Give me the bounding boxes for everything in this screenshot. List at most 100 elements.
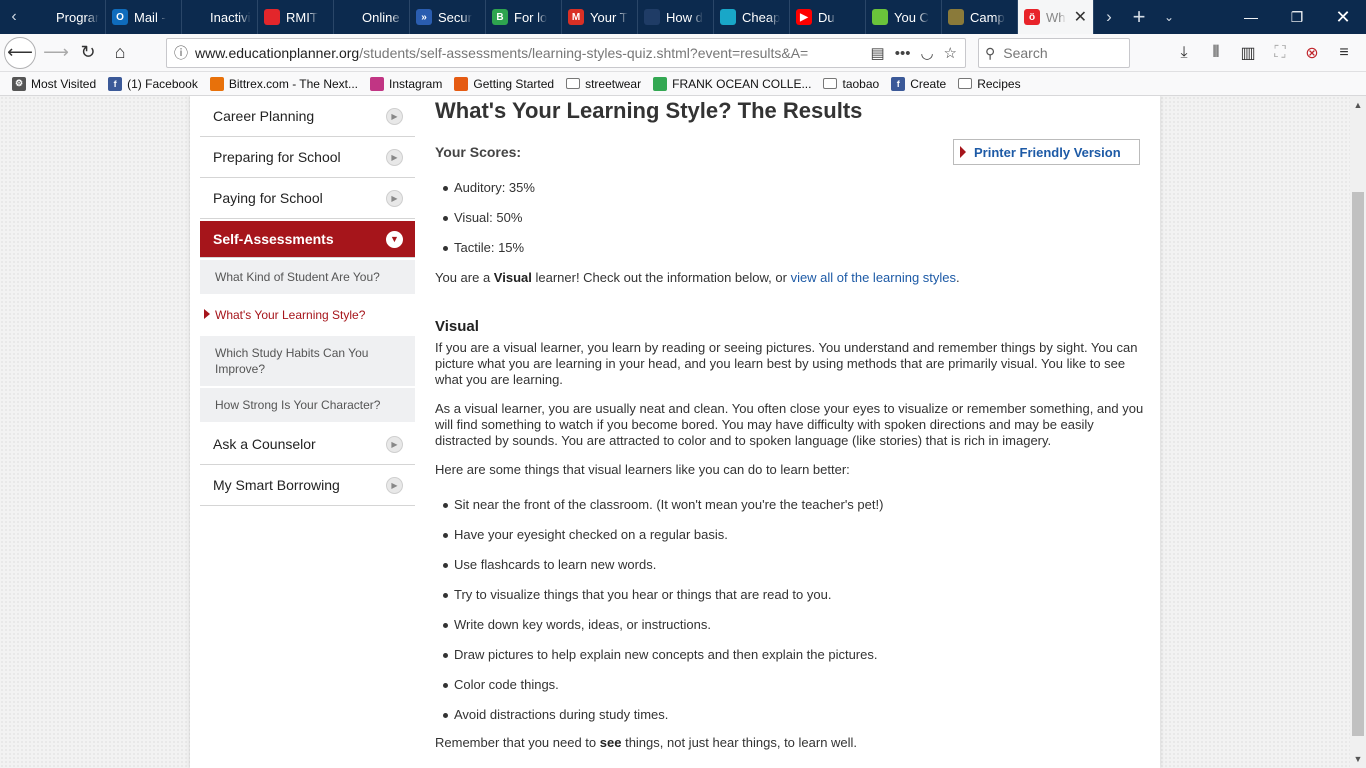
bookmark-favicon-icon <box>209 76 224 91</box>
downloads-icon[interactable]: ⤓ <box>1168 44 1200 62</box>
bookmark-label: Instagram <box>389 76 443 91</box>
tab[interactable]: RMIT <box>258 0 334 34</box>
url-bar[interactable]: ⓘ www.educationplanner.org /students/sel… <box>166 38 966 68</box>
tab-label: For lo <box>514 9 548 25</box>
menu-icon[interactable]: ≡ <box>1328 44 1360 62</box>
reader-view-icon[interactable]: ▤ <box>871 44 885 62</box>
tab[interactable]: Inactivity T <box>182 0 258 34</box>
bookmark-item[interactable]: streetwear <box>566 77 641 91</box>
tab-label: RMIT <box>286 9 318 25</box>
bookmark-label: Most Visited <box>31 76 97 91</box>
sidebar-subitem-what-kind-of-student[interactable]: What Kind of Student Are You? <box>200 260 415 296</box>
library-icon[interactable]: ⫴ <box>1200 44 1232 62</box>
search-input[interactable]: ⚲ Search <box>978 38 1130 68</box>
extension-icon[interactable]: ⛶ <box>1264 44 1296 62</box>
blocker-icon[interactable]: ⊗ <box>1296 43 1328 63</box>
score-item: Auditory: 35% <box>435 180 1145 210</box>
result-text: You are a <box>435 270 494 285</box>
tab[interactable]: ö Wh ✕ <box>1018 0 1094 34</box>
folder-icon <box>823 78 838 89</box>
sidebar-subitem-study-habits[interactable]: Which Study Habits Can You Improve? <box>200 336 415 388</box>
tab-scroll-right-icon[interactable]: › <box>1094 0 1124 34</box>
tab[interactable]: Online Ap <box>334 0 410 34</box>
page-actions-icon[interactable]: ••• <box>895 45 911 62</box>
close-window-icon[interactable]: ✕ <box>1320 0 1366 34</box>
chevron-right-icon: ▶ <box>386 107 403 125</box>
result-text: . <box>956 270 960 285</box>
chevron-right-icon: ▶ <box>386 148 403 166</box>
bookmark-item[interactable]: Bittrex.com - The Next... <box>209 76 358 91</box>
printer-friendly-button[interactable]: Printer Friendly Version <box>953 139 1140 165</box>
bookmark-label: Bittrex.com - The Next... <box>228 76 358 91</box>
tab[interactable]: B For lo <box>486 0 562 34</box>
home-button[interactable]: ⌂ <box>104 37 136 69</box>
scores-list: Auditory: 35% Visual: 50% Tactile: 15% <box>435 180 1145 270</box>
closing-text: Remember that you need to <box>435 735 600 750</box>
tip-item: Draw pictures to help explain new concep… <box>435 647 1145 677</box>
tab-favicon-icon <box>340 9 356 25</box>
bookmark-item[interactable]: Recipes <box>958 77 1021 91</box>
bookmark-favicon-icon <box>653 76 668 91</box>
bookmark-item[interactable]: taobao <box>823 77 879 91</box>
tip-item: Color code things. <box>435 677 1145 707</box>
sidebar-icon[interactable]: ▥ <box>1232 43 1264 63</box>
back-button[interactable]: ⟵ <box>4 36 36 69</box>
bookmark-item[interactable]: Instagram <box>370 76 443 91</box>
bookmark-item[interactable]: Getting Started <box>454 76 554 91</box>
sidebar-item-paying-for-school[interactable]: Paying for School ▶ <box>200 178 415 219</box>
scroll-down-icon[interactable]: ▼ <box>1350 750 1366 768</box>
tab-label: Online Ap <box>362 9 403 25</box>
sidebar-subitem-learning-style[interactable]: What's Your Learning Style? <box>200 296 415 336</box>
tab[interactable]: O Mail - <box>106 0 182 34</box>
paragraph: Here are some things that visual learner… <box>435 462 850 477</box>
info-icon[interactable]: ⓘ <box>167 43 195 63</box>
tab[interactable]: Cheap <box>714 0 790 34</box>
scroll-up-icon[interactable]: ▲ <box>1350 96 1366 114</box>
sidebar-item-label: Paying for School <box>213 190 323 206</box>
sidebar-item-ask-a-counselor[interactable]: Ask a Counselor ▶ <box>200 424 415 465</box>
tab[interactable]: Programs <box>28 0 106 34</box>
bookmark-item[interactable]: f (1) Facebook <box>108 76 198 91</box>
sidebar-item-preparing-for-school[interactable]: Preparing for School ▶ <box>200 137 415 178</box>
list-all-tabs-icon[interactable]: ⌄ <box>1154 0 1184 34</box>
scrollbar[interactable]: ▲ ▼ <box>1350 96 1366 768</box>
toolbar-icons: ⤓ ⫴ ▥ ⛶ ⊗ ≡ <box>1168 38 1360 68</box>
tab[interactable]: How d <box>638 0 714 34</box>
restore-icon[interactable]: ❐ <box>1274 0 1320 34</box>
tab[interactable]: You C <box>866 0 942 34</box>
tab[interactable]: Camp <box>942 0 1018 34</box>
sidebar-item-my-smart-borrowing[interactable]: My Smart Borrowing ▶ <box>200 465 415 506</box>
tab-scroll-left-icon[interactable]: ‹ <box>0 0 28 34</box>
close-tab-icon[interactable]: ✕ <box>1074 7 1087 27</box>
sidebar-item-label: Self-Assessments <box>213 231 334 247</box>
tab-favicon-icon: ▶ <box>796 9 812 25</box>
bookmark-item[interactable]: ⚙ Most Visited <box>12 76 97 91</box>
sidebar-item-label: Preparing for School <box>213 149 341 165</box>
sidebar-subitem-character[interactable]: How Strong Is Your Character? <box>200 388 415 424</box>
tips-list: Sit near the front of the classroom. (It… <box>435 497 1145 737</box>
tab-favicon-icon <box>644 9 660 25</box>
bookmark-star-icon[interactable]: ☆ <box>944 44 957 62</box>
view-all-styles-link[interactable]: view all of the learning styles <box>791 270 956 285</box>
tab-label: Inactivity T <box>210 9 251 25</box>
scroll-thumb[interactable] <box>1352 192 1364 736</box>
new-tab-icon[interactable]: + <box>1124 0 1154 34</box>
tab[interactable]: » Secur <box>410 0 486 34</box>
pocket-icon[interactable]: ◡ <box>920 44 933 62</box>
bookmark-favicon-icon: f <box>108 76 123 91</box>
tab-label: Wh <box>1046 9 1066 25</box>
tab-favicon-icon: B <box>492 9 508 25</box>
forward-button[interactable]: ⟶ <box>40 37 72 69</box>
sidebar-item-self-assessments[interactable]: Self-Assessments ▼ <box>200 221 415 258</box>
minimize-icon[interactable]: — <box>1228 0 1274 34</box>
search-icon: ⚲ <box>985 44 996 61</box>
play-arrow-icon <box>960 146 966 158</box>
reload-button[interactable]: ↻ <box>72 37 104 69</box>
tab-favicon-icon: » <box>416 9 432 25</box>
bookmark-item[interactable]: FRANK OCEAN COLLE... <box>653 76 811 91</box>
tab[interactable]: M Your T <box>562 0 638 34</box>
sidebar-item-career-planning[interactable]: Career Planning ▶ <box>200 96 415 137</box>
tab-favicon-icon <box>948 9 964 25</box>
bookmark-item[interactable]: f Create <box>891 76 946 91</box>
tab[interactable]: ▶ Du <box>790 0 866 34</box>
